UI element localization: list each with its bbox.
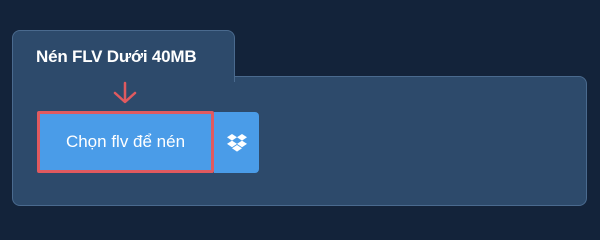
choose-file-label: Chọn flv để nén	[65, 132, 186, 151]
arrow-down-icon	[113, 81, 137, 104]
upload-widget: Nén FLV Dưới 40MB Chọn flv để nén	[0, 0, 600, 230]
choose-file-button[interactable]: Chọn flv để nén	[37, 111, 214, 173]
tab-connector	[13, 74, 234, 80]
dropbox-icon	[226, 133, 247, 152]
tab-title: Nén FLV Dưới 40MB	[36, 47, 197, 66]
dropbox-button[interactable]	[214, 112, 259, 173]
